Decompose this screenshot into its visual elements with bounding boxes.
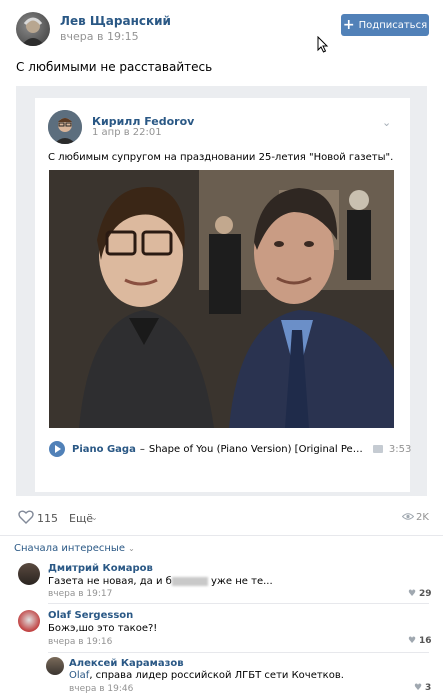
comment-text: Olaf, справа лидер российской ЛГБТ сети … [69,670,344,681]
comments-sort-dropdown[interactable]: Сначала интересные ⌄ [14,543,135,554]
comment-avatar[interactable] [18,563,40,585]
chevron-down-icon[interactable]: ⌄ [382,116,391,129]
sort-label: Сначала интересные [14,543,125,554]
audio-attachment[interactable]: Piano Gaga – Shape of You (Piano Version… [49,438,411,460]
comment-avatar[interactable] [46,657,64,675]
photo[interactable] [49,170,394,428]
audio-title[interactable]: Shape of You (Piano Version) [Original P… [149,444,365,455]
audio-separator: – [139,443,145,455]
divider [48,603,429,604]
views-count: 2K [416,512,429,523]
heart-icon[interactable]: ♥ [408,589,416,599]
more-button[interactable]: Ещё [69,512,93,525]
lyrics-icon[interactable] [372,445,383,453]
subscribe-button[interactable]: + Подписаться [341,14,429,36]
post-time[interactable]: вчера в 19:15 [60,30,139,43]
heart-icon[interactable] [18,510,34,524]
divider [48,652,429,653]
comment-author[interactable]: Дмитрий Комаров [48,563,153,574]
comment-time[interactable]: вчера в 19:17 [48,589,112,599]
subscribe-label: Подписаться [358,19,428,31]
comment-avatar[interactable] [18,610,40,632]
comment-likes: 29 [419,589,432,599]
comment-author[interactable]: Olaf Sergesson [48,610,133,621]
play-icon[interactable] [49,441,65,457]
repost-author-avatar[interactable] [48,110,82,144]
comment-text: Газета не новая, да и б уже не те... [48,576,273,587]
audio-artist[interactable]: Piano Gaga [72,444,136,455]
comment-text-body: , справа лидер российской ЛГБТ сети Коче… [89,670,344,681]
author-name[interactable]: Лев Щаранский [60,14,171,28]
chevron-down-icon[interactable]: ⌄ [91,513,98,522]
post-text: С любимыми не расставайтесь [16,60,213,74]
blurred-text [171,576,208,586]
comment-likes: 16 [419,636,432,646]
comment-time[interactable]: вчера в 19:46 [69,684,133,694]
plus-icon: + [342,17,355,33]
repost-text: С любимым супругом на праздновании 25-ле… [48,152,394,163]
audio-duration: 3:53 [388,443,412,455]
comment-author[interactable]: Алексей Карамазов [69,658,184,669]
repost-date[interactable]: 1 апр в 22:01 [92,127,162,138]
reply-mention[interactable]: Olaf [69,670,89,681]
comment-text-after: уже не те... [207,576,273,587]
comment-likes: 3 [425,683,432,693]
comment-text-before: Газета не новая, да и б [48,576,172,587]
post-actions-bar [0,500,443,536]
author-avatar[interactable] [16,12,50,46]
eye-icon [402,513,414,520]
mouse-cursor-icon [317,36,329,53]
comment-text: Божэ,шо это такое?! [48,623,158,634]
likes-count[interactable]: 115 [37,512,58,525]
heart-icon[interactable]: ♥ [408,636,416,646]
comment-time[interactable]: вчера в 19:16 [48,637,112,647]
heart-icon[interactable]: ♥ [414,683,422,693]
chevron-down-icon: ⌄ [128,544,135,553]
